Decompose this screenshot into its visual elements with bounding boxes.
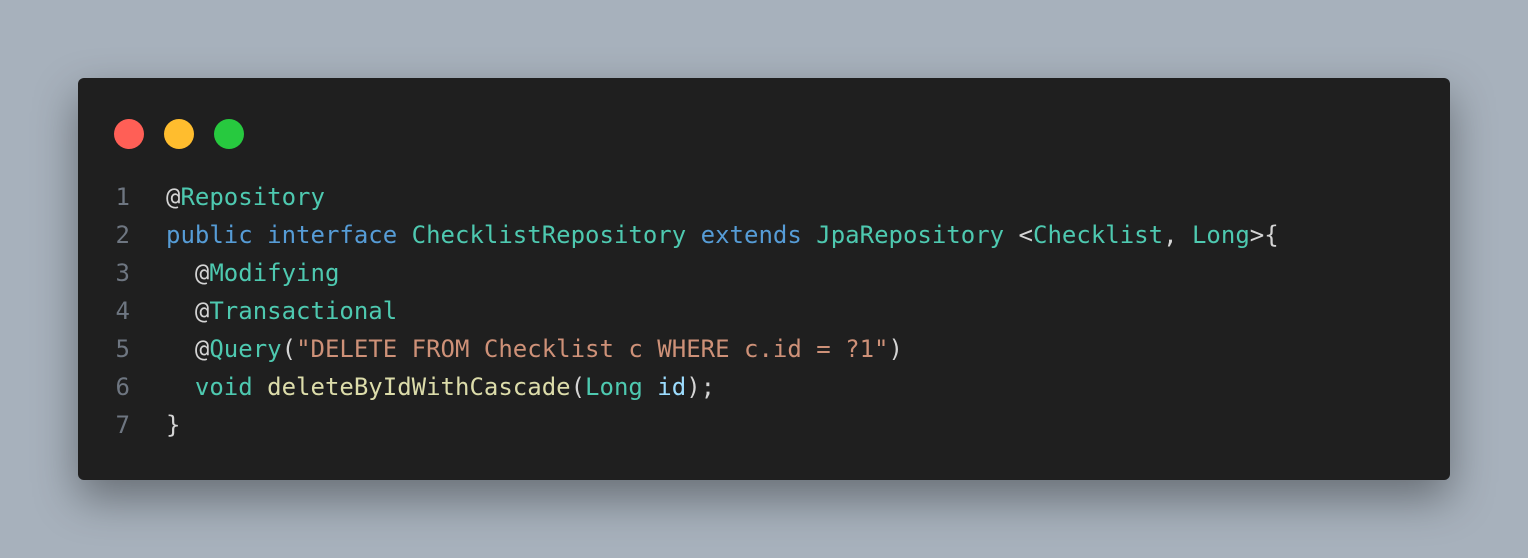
code-token: @ bbox=[166, 335, 210, 363]
code-token: >{ bbox=[1249, 221, 1279, 249]
code-token: deleteByIdWithCascade bbox=[267, 373, 571, 401]
code-text: @Query("DELETE FROM Checklist c WHERE c.… bbox=[166, 330, 903, 368]
maximize-dot-icon[interactable] bbox=[214, 119, 244, 149]
code-token: < bbox=[1004, 221, 1034, 249]
code-token: @ bbox=[166, 297, 210, 325]
code-token: Repository bbox=[180, 183, 325, 211]
code-block: 1 @Repository 2 public interface ChecklistR… bbox=[78, 178, 1450, 444]
code-token: extends bbox=[700, 221, 802, 249]
minimize-dot-icon[interactable] bbox=[164, 119, 194, 149]
code-line: 2 public interface ChecklistRepository ex… bbox=[78, 216, 1450, 254]
code-token: id bbox=[657, 373, 687, 401]
code-text: @Repository bbox=[166, 178, 325, 216]
code-token: ( bbox=[281, 335, 297, 363]
code-text: public interface ChecklistRepository ext… bbox=[166, 216, 1279, 254]
code-token: Checklist bbox=[1033, 221, 1164, 249]
line-number: 1 bbox=[115, 183, 130, 211]
line-number: 7 bbox=[115, 411, 130, 439]
code-token: Transactional bbox=[209, 297, 398, 325]
code-line: 7} bbox=[78, 406, 1450, 444]
code-token: @ bbox=[166, 183, 181, 211]
code-window: 1 @Repository 2 public interface ChecklistR… bbox=[78, 78, 1450, 480]
code-token: ( bbox=[570, 373, 586, 401]
code-line: 4 @Transactional bbox=[78, 292, 1450, 330]
code-token: Long bbox=[585, 373, 643, 401]
code-line: 3 @Modifying bbox=[78, 254, 1450, 292]
code-token: void bbox=[194, 373, 253, 401]
code-token: ChecklistRepository bbox=[411, 221, 687, 249]
code-line: 1 @Repository bbox=[78, 178, 1450, 216]
code-text: } bbox=[166, 406, 180, 444]
close-dot-icon[interactable] bbox=[114, 119, 144, 149]
code-token: ); bbox=[686, 373, 716, 401]
code-token: "DELETE FROM Checklist c WHERE c.id = ?1… bbox=[296, 335, 889, 363]
code-token: } bbox=[166, 411, 181, 439]
code-token: , bbox=[1163, 221, 1192, 249]
code-token: Modifying bbox=[209, 259, 340, 287]
line-number: 6 bbox=[115, 373, 130, 401]
code-token: public bbox=[166, 221, 253, 249]
code-token: @ bbox=[166, 259, 210, 287]
code-token: interface bbox=[267, 221, 398, 249]
code-token: JpaRepository bbox=[816, 221, 1005, 249]
code-text: @Transactional bbox=[166, 292, 397, 330]
line-number: 2 bbox=[115, 221, 130, 249]
code-token: ) bbox=[888, 335, 903, 363]
code-line: 6 void deleteByIdWithCascade(Long id); bbox=[78, 368, 1450, 406]
line-number: 4 bbox=[115, 297, 130, 325]
code-token: Query bbox=[209, 335, 282, 363]
code-token: Long bbox=[1191, 221, 1250, 249]
line-number: 3 bbox=[115, 259, 130, 287]
line-number: 5 bbox=[115, 335, 130, 363]
code-line: 5 @Query("DELETE FROM Checklist c WHERE … bbox=[78, 330, 1450, 368]
code-text: @Modifying bbox=[166, 254, 340, 292]
code-text: void deleteByIdWithCascade(Long id); bbox=[166, 368, 715, 406]
